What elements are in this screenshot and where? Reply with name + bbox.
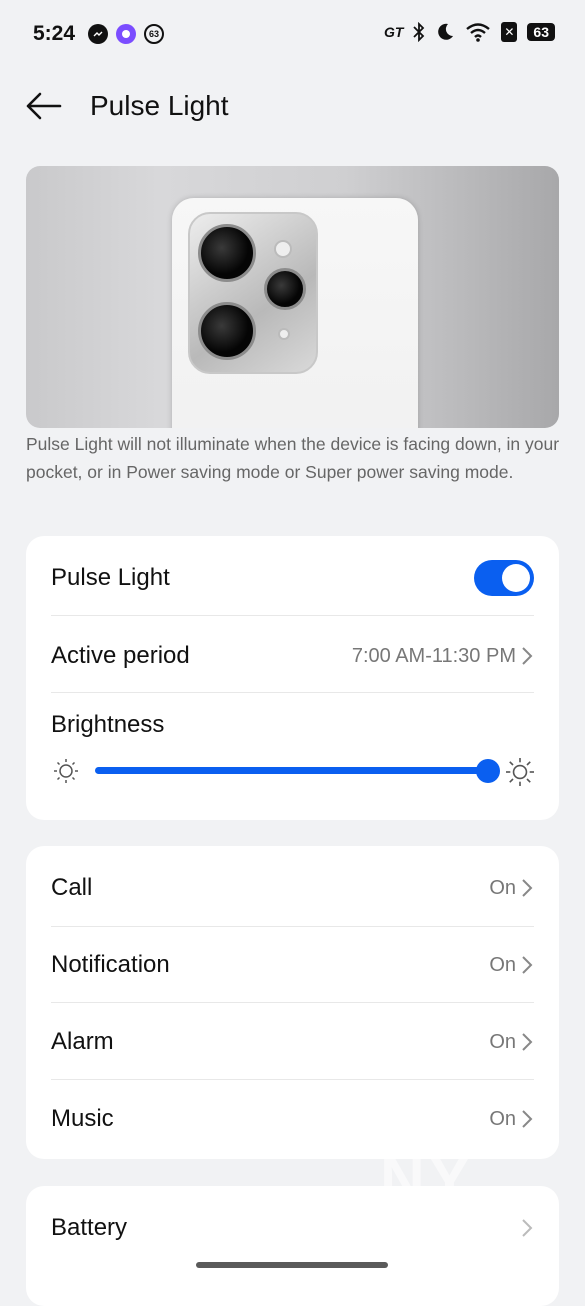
event-value: On [489,876,516,899]
pulse-light-label: Pulse Light [51,564,170,591]
hero-note: Pulse Light will not illuminate when the… [26,434,560,482]
event-value: On [489,1030,516,1053]
events-card: Call On Notification On Alarm On Music O… [26,846,559,1159]
event-label: Call [51,874,93,901]
lens-icon [198,302,256,360]
status-bar: 5:24 63 GT ✕ 63 [0,0,585,72]
moon-icon [438,23,454,40]
assistant-icon [116,24,136,44]
event-label: Notification [51,951,170,978]
sensor-icon [278,328,290,340]
camera-module [188,212,318,374]
brightness-low-icon [54,759,78,783]
home-indicator[interactable] [196,1262,388,1268]
event-row-alarm[interactable]: Alarm On [51,1022,534,1062]
divider [51,1079,534,1080]
sim-off-icon: ✕ [501,22,518,42]
brightness-label: Brightness [51,711,165,738]
active-period-label: Active period [51,642,190,669]
event-value: On [489,1107,516,1130]
event-row-notification[interactable]: Notification On [51,945,534,985]
divider [51,692,534,693]
battery-icon: 63 [527,23,555,41]
event-label: Alarm [51,1028,114,1055]
chevron-right-icon [522,956,533,974]
lens-icon [264,268,306,310]
page-title: Pulse Light [90,90,229,121]
watermark: NY GKS [380,1145,527,1274]
divider [51,926,534,927]
chevron-right-icon [522,647,533,665]
back-button[interactable] [22,86,66,126]
wifi-icon [466,23,491,42]
active-period-row[interactable]: Active period 7:00 AM-11:30 PM [51,636,534,676]
chevron-right-icon [522,1033,533,1051]
messenger-icon [88,24,108,44]
chevron-right-icon [522,1110,533,1128]
divider [51,1002,534,1003]
back-arrow-icon [26,92,62,120]
hero-image [26,166,559,428]
event-label: Music [51,1105,114,1132]
pulse-light-toggle[interactable] [474,560,534,596]
status-left-icons: 63 [88,24,164,44]
lens-icon [198,224,256,282]
brightness-slider-track[interactable] [95,767,487,774]
pulse-light-row[interactable]: Pulse Light [51,558,534,598]
app-header: Pulse Light [0,72,585,142]
event-row-music[interactable]: Music On [51,1099,534,1139]
event-value: On [489,953,516,976]
phone-illustration [172,198,418,428]
pulse-light-card: Pulse Light Active period 7:00 AM-11:30 … [26,536,559,820]
event-row-call[interactable]: Call On [51,868,534,908]
status-time: 5:24 [33,22,76,45]
brightness-high-icon [506,758,534,786]
brightness-slider-thumb[interactable] [476,759,500,783]
status-right-icons: GT ✕ 63 [384,22,555,42]
notification-badge-icon: 63 [144,24,164,44]
chevron-right-icon [522,879,533,897]
gt-icon: GT [383,24,404,40]
divider [51,615,534,616]
bluetooth-icon [413,22,425,42]
toggle-knob [502,564,530,592]
flash-icon [274,240,292,258]
active-period-value: 7:00 AM-11:30 PM [351,644,516,667]
